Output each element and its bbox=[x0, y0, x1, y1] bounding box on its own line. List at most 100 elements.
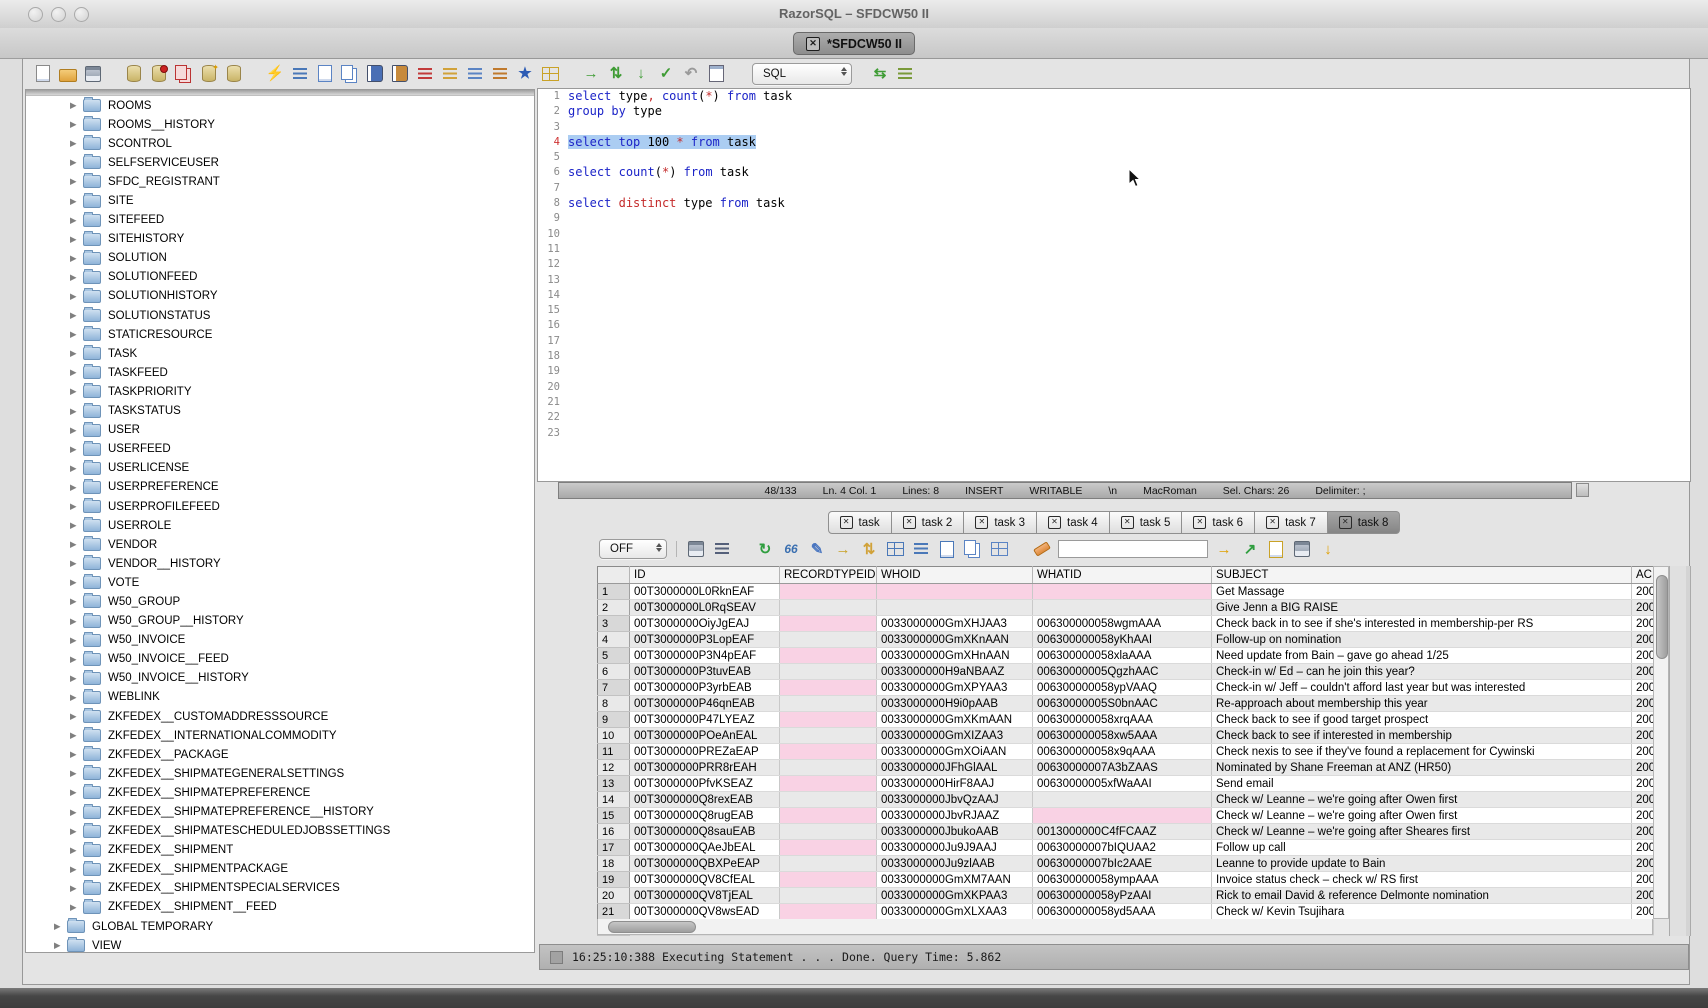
cell-id[interactable]: 00T3000000PRR8rEAH bbox=[630, 760, 780, 776]
disclosure-triangle-icon[interactable]: ▶ bbox=[70, 826, 83, 837]
disclosure-triangle-icon[interactable]: ▶ bbox=[70, 787, 83, 798]
disconnect-database-icon[interactable] bbox=[149, 64, 169, 84]
format-sql-icon[interactable] bbox=[440, 64, 460, 84]
save-all-results-icon[interactable] bbox=[1292, 539, 1312, 559]
cell-whoid[interactable]: 0033000000JFhGlAAL bbox=[877, 760, 1033, 776]
cell-recordtypeid[interactable] bbox=[780, 712, 877, 728]
cell-id[interactable]: 00T3000000P3LopEAF bbox=[630, 632, 780, 648]
cell-whatid[interactable]: 0013000000C4fFCAAZ bbox=[1033, 824, 1212, 840]
cell-whoid[interactable]: 0033000000Ju9J9AAJ bbox=[877, 840, 1033, 856]
editor-line[interactable]: 17 bbox=[538, 334, 1690, 349]
cell-whatid[interactable]: 006300000058yd5AAA bbox=[1033, 904, 1212, 920]
cell-id[interactable]: 00T3000000L0RqSEAV bbox=[630, 600, 780, 616]
disclosure-triangle-icon[interactable]: ▶ bbox=[70, 234, 83, 245]
tree-item-vendor[interactable]: ▶VENDOR bbox=[26, 535, 534, 554]
cell-recordtypeid[interactable] bbox=[780, 872, 877, 888]
cell-whatid[interactable]: 006300000058x9qAAA bbox=[1033, 744, 1212, 760]
editor-line[interactable]: 2group by type bbox=[538, 104, 1690, 119]
table-row[interactable]: 1500T3000000Q8rugEAB0033000000JbvRJAAZCh… bbox=[598, 808, 1654, 824]
disclosure-triangle-icon[interactable]: ▶ bbox=[70, 272, 83, 283]
cell-subject[interactable]: Check w/ Leanne – we're going after Owen… bbox=[1212, 792, 1632, 808]
align-statements-icon[interactable] bbox=[465, 64, 485, 84]
filter-results-icon[interactable] bbox=[712, 539, 732, 559]
favorites-icon[interactable]: ★ bbox=[515, 64, 535, 84]
new-connection-icon[interactable] bbox=[199, 64, 219, 84]
documentation-icon[interactable] bbox=[390, 64, 410, 84]
sql-editor[interactable]: 1select type, count(*) from task2group b… bbox=[537, 88, 1691, 482]
tree-item-solution[interactable]: ▶SOLUTION bbox=[26, 249, 534, 268]
cell-whoid[interactable]: 0033000000GmXKnAAN bbox=[877, 632, 1033, 648]
disclosure-triangle-icon[interactable]: ▶ bbox=[70, 444, 83, 455]
tree-item-userpreference[interactable]: ▶USERPREFERENCE bbox=[26, 478, 534, 497]
tree-item-solutionhistory[interactable]: ▶SOLUTIONHISTORY bbox=[26, 287, 534, 306]
cell-whoid[interactable]: 0033000000GmXM7AAN bbox=[877, 872, 1033, 888]
table-row[interactable]: 1400T3000000Q8rexEAB0033000000JbvQzAAJCh… bbox=[598, 792, 1654, 808]
disclosure-triangle-icon[interactable]: ▶ bbox=[70, 692, 83, 703]
cell-subject[interactable]: Check-in w/ Ed – can he join this year? bbox=[1212, 664, 1632, 680]
editor-line[interactable]: 21 bbox=[538, 395, 1690, 410]
connect-database-icon[interactable] bbox=[124, 64, 144, 84]
results-search-input[interactable] bbox=[1058, 540, 1208, 558]
table-row[interactable]: 2100T3000000QV8wsEAD0033000000GmXLXAA300… bbox=[598, 904, 1654, 920]
disclosure-triangle-icon[interactable]: ▶ bbox=[70, 215, 83, 226]
cell-recordtypeid[interactable] bbox=[780, 856, 877, 872]
disclosure-triangle-icon[interactable]: ▶ bbox=[70, 749, 83, 760]
indent-sql-icon[interactable] bbox=[490, 64, 510, 84]
cell-subject[interactable]: Follow up call bbox=[1212, 840, 1632, 856]
new-file-icon[interactable] bbox=[33, 64, 53, 84]
close-tab-icon[interactable] bbox=[1339, 516, 1352, 529]
cell-ac[interactable]: 2006 bbox=[1632, 888, 1654, 904]
save-file-icon[interactable] bbox=[83, 64, 103, 84]
view-log-icon[interactable] bbox=[706, 64, 726, 84]
cell-whatid[interactable]: 006300000058xlaAAA bbox=[1033, 648, 1212, 664]
cell-whoid[interactable]: 0033000000HirF8AAJ bbox=[877, 776, 1033, 792]
cell-recordtypeid[interactable] bbox=[780, 664, 877, 680]
refresh-results-icon[interactable]: ↻ bbox=[755, 539, 775, 559]
disclosure-triangle-icon[interactable]: ▶ bbox=[70, 463, 83, 474]
disclosure-triangle-icon[interactable]: ▶ bbox=[70, 119, 83, 130]
table-row[interactable]: 1900T3000000QV8CfEAL0033000000GmXM7AAN00… bbox=[598, 872, 1654, 888]
database-browser-icon[interactable] bbox=[224, 64, 244, 84]
tree-item-site[interactable]: ▶SITE bbox=[26, 191, 534, 210]
cell-whatid[interactable]: 006300000058xw5AAA bbox=[1033, 728, 1212, 744]
disclosure-triangle-icon[interactable]: ▶ bbox=[70, 730, 83, 741]
disclosure-triangle-icon[interactable]: ▶ bbox=[70, 406, 83, 417]
cell-id[interactable]: 00T3000000QBXPeEAP bbox=[630, 856, 780, 872]
editor-line[interactable]: 18 bbox=[538, 349, 1690, 364]
tree-item-global-temporary[interactable]: ▶GLOBAL TEMPORARY bbox=[26, 917, 534, 936]
tree-item-zkfedex-shipmentpackage[interactable]: ▶ZKFEDEX__SHIPMENTPACKAGE bbox=[26, 860, 534, 879]
editor-line[interactable]: 4select top 100 * from task bbox=[538, 135, 1690, 150]
cell-subject[interactable]: Nominated by Shane Freeman at ANZ (HR50) bbox=[1212, 760, 1632, 776]
insert-row-icon[interactable]: → bbox=[833, 539, 853, 559]
tree-item-sitefeed[interactable]: ▶SITEFEED bbox=[26, 211, 534, 230]
editor-line[interactable]: 23 bbox=[538, 426, 1690, 441]
open-file-icon[interactable] bbox=[58, 64, 78, 84]
table-row[interactable]: 1600T3000000Q8sauEAB0033000000JbukoAAB00… bbox=[598, 824, 1654, 840]
cell-whatid[interactable]: 00630000005S0bnAAC bbox=[1033, 696, 1212, 712]
close-connections-icon[interactable] bbox=[174, 64, 194, 84]
cell-id[interactable]: 00T3000000P47LYEAZ bbox=[630, 712, 780, 728]
cell-recordtypeid[interactable] bbox=[780, 760, 877, 776]
cell-whatid[interactable] bbox=[1033, 584, 1212, 600]
results-table[interactable]: IDRECORDTYPEIDWHOIDWHATIDSUBJECTAC 100T3… bbox=[597, 566, 1654, 936]
cell-subject[interactable]: Invoice status check – check w/ RS first bbox=[1212, 872, 1632, 888]
cell-id[interactable]: 00T3000000L0RknEAF bbox=[630, 584, 780, 600]
cell-subject[interactable]: Give Jenn a BIG RAISE bbox=[1212, 600, 1632, 616]
editor-line[interactable]: 5 bbox=[538, 150, 1690, 165]
page-view-icon[interactable] bbox=[937, 539, 957, 559]
cell-whoid[interactable]: 0033000000GmXPYAA3 bbox=[877, 680, 1033, 696]
editor-line[interactable]: 14 bbox=[538, 288, 1690, 303]
editor-line[interactable]: 3 bbox=[538, 120, 1690, 135]
table-row[interactable]: 200T3000000L0RqSEAVGive Jenn a BIG RAISE… bbox=[598, 600, 1654, 616]
cell-whoid[interactable]: 0033000000Ju9zlAAB bbox=[877, 856, 1033, 872]
cell-ac[interactable]: 2006 bbox=[1632, 776, 1654, 792]
tree-item-selfserviceuser[interactable]: ▶SELFSERVICEUSER bbox=[26, 153, 534, 172]
close-tab-icon[interactable] bbox=[1121, 516, 1134, 529]
tree-item-solutionstatus[interactable]: ▶SOLUTIONSTATUS bbox=[26, 306, 534, 325]
cell-subject[interactable]: Check-in w/ Jeff – couldn't afford last … bbox=[1212, 680, 1632, 696]
auto-lookup-icon[interactable]: ⇆ bbox=[870, 64, 890, 84]
cell-subject[interactable]: Check w/ Kevin Tsujihara bbox=[1212, 904, 1632, 920]
disclosure-triangle-icon[interactable]: ▶ bbox=[70, 864, 83, 875]
table-row[interactable]: 1000T3000000POeAnEAL0033000000GmXIZAA300… bbox=[598, 728, 1654, 744]
tree-item-task[interactable]: ▶TASK bbox=[26, 344, 534, 363]
